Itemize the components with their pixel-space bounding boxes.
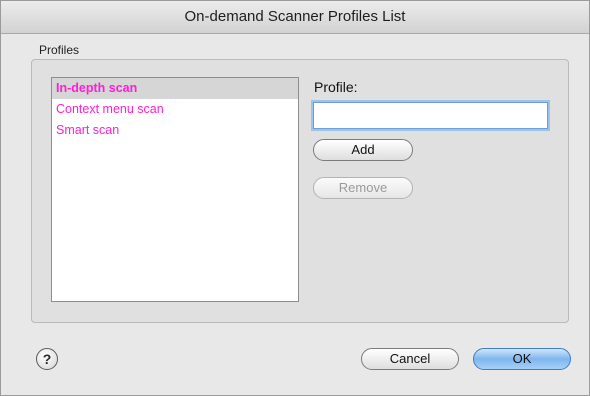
list-item[interactable]: Context menu scan xyxy=(52,99,298,120)
window-title: On-demand Scanner Profiles List xyxy=(184,8,406,25)
ok-button[interactable]: OK xyxy=(473,348,571,370)
remove-button[interactable]: Remove xyxy=(313,177,413,199)
list-item[interactable]: In-depth scan xyxy=(52,78,298,99)
list-item[interactable]: Smart scan xyxy=(52,120,298,141)
help-icon[interactable]: ? xyxy=(36,348,58,370)
profiles-dialog: On-demand Scanner Profiles List Profiles… xyxy=(0,0,590,396)
profiles-group-label: Profiles xyxy=(39,43,80,57)
profile-name-input[interactable] xyxy=(313,102,548,129)
cancel-button[interactable]: Cancel xyxy=(361,348,459,370)
add-button[interactable]: Add xyxy=(313,139,413,161)
profiles-list[interactable]: In-depth scan Context menu scan Smart sc… xyxy=(51,77,299,302)
profile-field-label: Profile: xyxy=(314,79,358,95)
title-bar[interactable]: On-demand Scanner Profiles List xyxy=(1,1,589,34)
